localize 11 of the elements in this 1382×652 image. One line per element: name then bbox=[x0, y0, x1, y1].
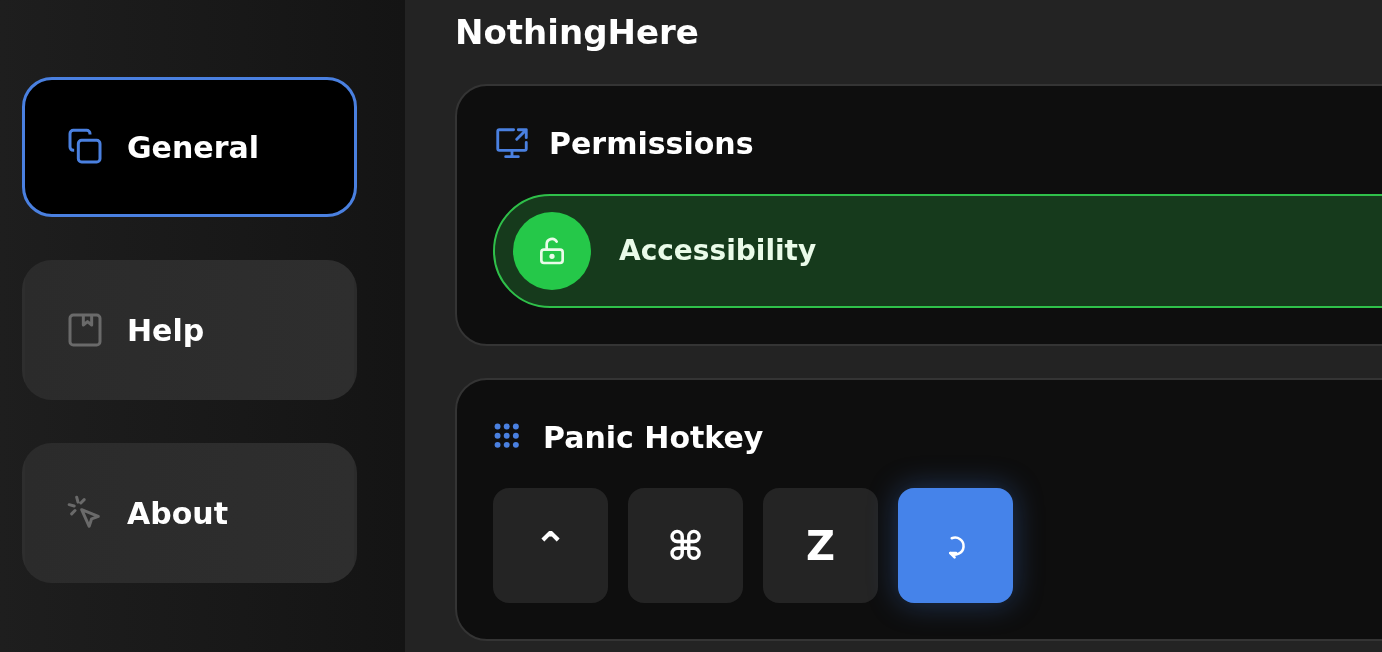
app-title: NothingHere bbox=[455, 11, 700, 54]
hotkey-key[interactable]: Z bbox=[763, 488, 878, 603]
hotkey-key[interactable]: ⌘ bbox=[628, 488, 743, 603]
section-title: Panic Hotkey bbox=[543, 419, 764, 457]
sidebar-item[interactable]: About bbox=[22, 443, 357, 583]
section-title: Permissions bbox=[549, 125, 754, 163]
sidebar-item[interactable]: General bbox=[22, 77, 357, 217]
permission-item[interactable]: Accessibility bbox=[493, 194, 1382, 308]
reset-button[interactable] bbox=[898, 488, 1013, 603]
hotkey-key[interactable]: ⌃ bbox=[493, 488, 608, 603]
sidebar-item[interactable]: Help bbox=[22, 260, 357, 400]
